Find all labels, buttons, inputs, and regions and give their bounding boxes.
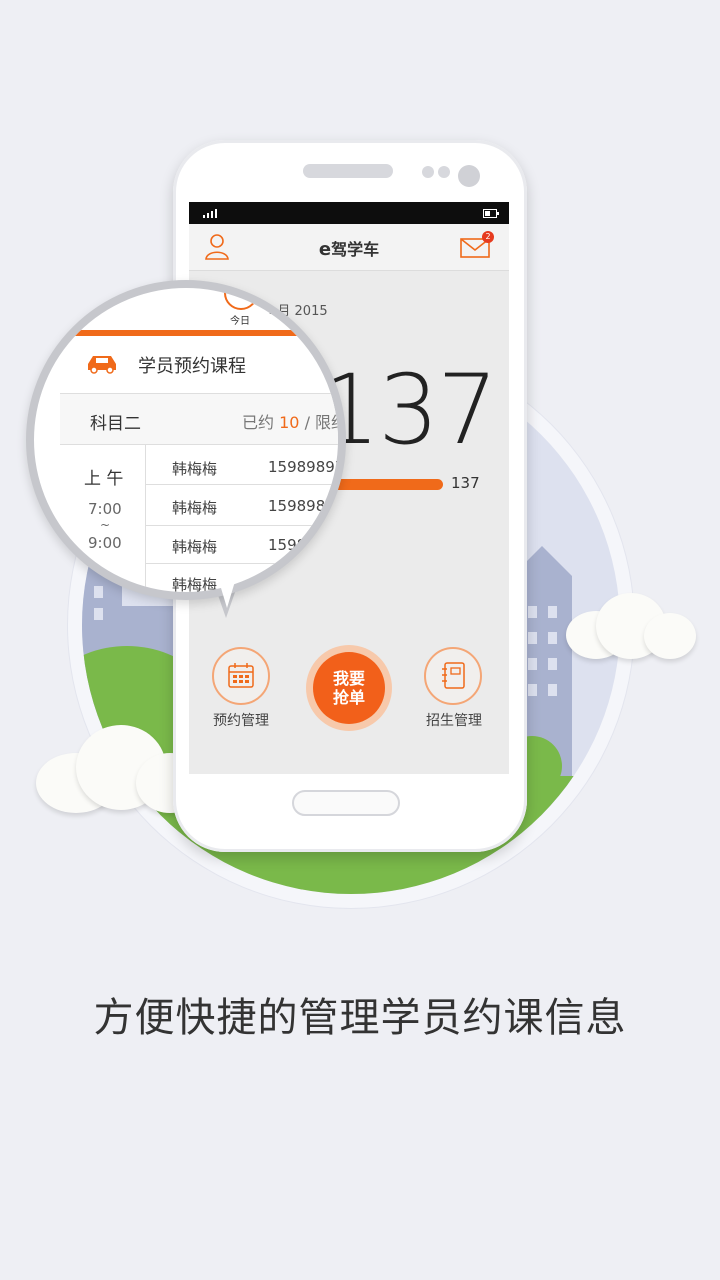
home-button[interactable] <box>292 790 400 816</box>
student-phone: 15989897820 <box>268 497 345 515</box>
phone-speaker <box>303 164 393 178</box>
student-name: 韩梅梅 <box>172 538 218 556</box>
column-divider <box>145 445 146 592</box>
student-phone: 15989897820 <box>268 536 345 554</box>
student-name: 韩梅梅 <box>172 499 218 517</box>
time-tilde: ~ <box>100 518 111 532</box>
month-label-zoom: 1 月 2015 <box>268 302 336 318</box>
battery-icon <box>483 209 499 218</box>
front-camera <box>458 165 480 187</box>
booking-management-label: 预约管理 <box>213 713 269 729</box>
mail-badge: 2 <box>482 231 494 243</box>
divider <box>146 484 338 485</box>
app-header: e驾学车 2 <box>189 224 509 271</box>
time-end: 9:00 <box>88 534 122 552</box>
calendar-icon <box>228 663 254 688</box>
sensor-dot <box>438 166 450 178</box>
signal-icon <box>203 209 217 218</box>
student-name: 韩梅梅 <box>172 460 218 478</box>
student-phone: 15989897820 <box>268 574 345 592</box>
booking-management-button[interactable] <box>212 647 270 705</box>
today-label: 今日 <box>230 316 250 327</box>
divider <box>146 563 338 564</box>
stat-bar-value: 137 <box>451 474 480 492</box>
enrollment-management-button[interactable] <box>424 647 482 705</box>
period-label: 上 午 <box>84 469 124 489</box>
orange-divider <box>60 330 338 336</box>
divider <box>60 444 338 445</box>
student-name: 韩梅梅 <box>172 576 218 594</box>
cloud-right <box>566 593 698 665</box>
quota-text: 已约 10 / 限约 19 <box>242 413 346 432</box>
car-icon <box>88 356 116 374</box>
sensor-dot <box>422 166 434 178</box>
notebook-icon <box>442 662 465 689</box>
section-title: 学员预约课程 <box>138 356 246 377</box>
status-bar <box>189 202 509 224</box>
enrollment-management-label: 招生管理 <box>426 713 482 729</box>
time-start: 7:00 <box>88 500 122 518</box>
grab-order-button[interactable]: 我要 抢单 <box>313 652 385 724</box>
magnifier-tail-inner <box>218 578 236 608</box>
magnifier: 1 今日 1 月 2015 学员预约课程 科目二 已约 10 / 限约 19 上… <box>26 280 346 600</box>
student-phone: 15989897820 <box>268 458 345 476</box>
subject-label: 科目二 <box>90 414 141 434</box>
divider <box>146 525 338 526</box>
feature-caption: 方便快捷的管理学员约课信息 <box>93 995 627 1041</box>
